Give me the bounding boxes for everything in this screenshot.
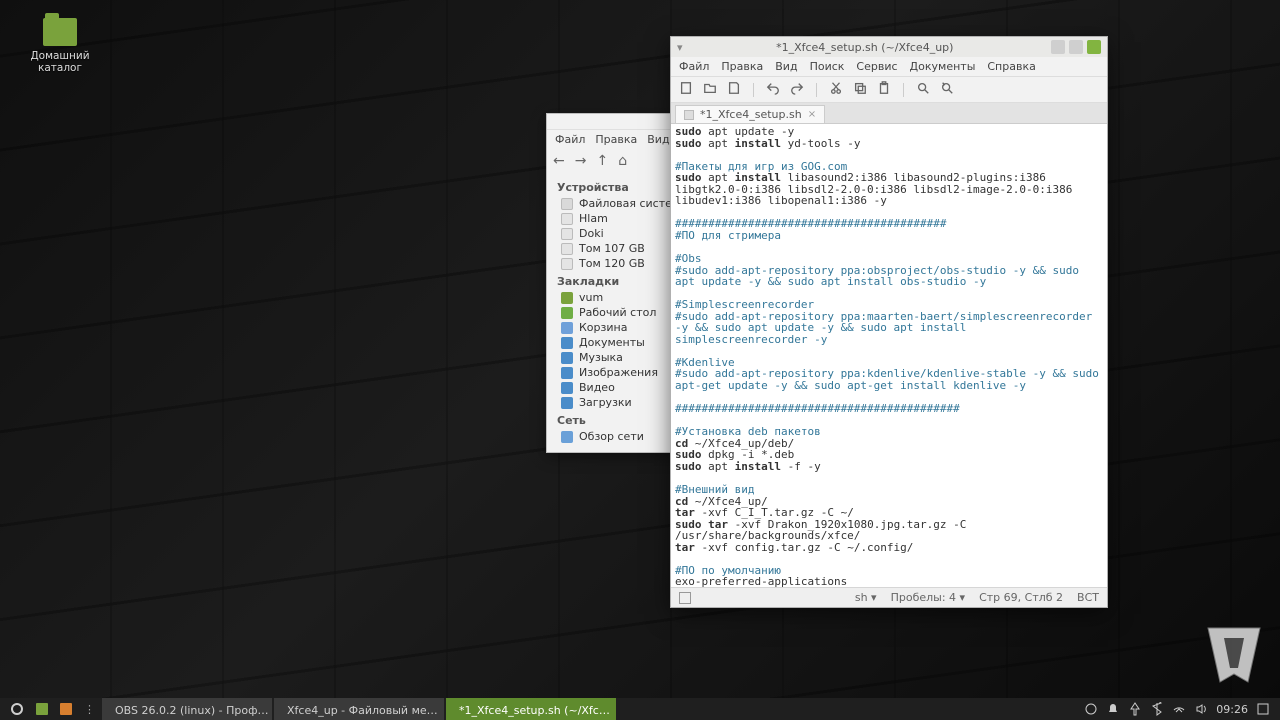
editor-menu-item[interactable]: Вид [775,60,797,73]
bluetooth-icon[interactable] [1150,702,1164,716]
editor-menu-item[interactable]: Поиск [810,60,845,73]
task-label: *1_Xfce4_setup.sh (~/Xfc… [459,704,610,717]
mint-logo-icon [10,702,24,716]
clock[interactable]: 09:26 [1216,703,1248,716]
folder-icon [43,18,77,46]
fblue-icon [561,352,573,364]
net-icon [561,431,573,443]
copy-icon[interactable] [853,81,867,98]
editor-statusbar: sh ▾ Пробелы: 4 ▾ Стр 69, Стлб 2 ВСТ [671,587,1107,607]
status-lang[interactable]: sh ▾ [855,591,877,604]
disk-icon [561,243,573,255]
notifications-icon[interactable] [1106,702,1120,716]
search-icon[interactable] [916,81,930,98]
sidebar-item-label: Doki [579,227,604,240]
editor-menu-item[interactable]: Сервис [856,60,897,73]
sidebar-item-label: vum [579,291,603,304]
editor-menu-item[interactable]: Правка [721,60,763,73]
side-panel-icon[interactable] [679,592,691,604]
drive-icon [561,198,573,210]
launcher-terminal[interactable] [54,698,78,720]
task-label: OBS 26.0.2 (linux) - Проф… [115,704,268,717]
editor-menu-item[interactable]: Документы [910,60,976,73]
disk-icon [561,258,573,270]
fblue-icon [561,397,573,409]
window-title: *1_Xfce4_setup.sh (~/Xfce4_up) [683,41,1047,54]
task-label: Xfce4_up - Файловый ме… [287,704,438,717]
desktop-icon-label: Домашний каталог [24,50,96,74]
app-menu-button[interactable] [4,698,30,720]
terminal-icon [60,703,72,715]
folder-icon [561,322,573,334]
fm-menu-item[interactable]: Файл [555,133,585,146]
close-button[interactable] [1087,40,1101,54]
tab-label: *1_Xfce4_setup.sh [700,108,802,121]
editor-menu-item[interactable]: Справка [987,60,1035,73]
sidebar-item-label: Изображения [579,366,658,379]
disk-icon [561,228,573,240]
file-icon [684,110,694,120]
replace-icon[interactable] [940,81,954,98]
sidebar-item-label: Корзина [579,321,627,334]
sidebar-item-label: Том 107 GB [579,242,645,255]
sidebar-item-label: Видео [579,381,615,394]
fm-menu-item[interactable]: Правка [595,133,637,146]
launcher-misc[interactable]: ⋮ [78,698,101,720]
maximize-button[interactable] [1069,40,1083,54]
launcher-files[interactable] [30,698,54,720]
obs-tray-icon[interactable] [1084,702,1098,716]
system-tray: 09:26 [1084,702,1276,716]
paste-icon[interactable] [877,81,891,98]
status-cursor: Стр 69, Стлб 2 [979,591,1063,604]
taskbar-task[interactable]: OBS 26.0.2 (linux) - Проф… [102,698,272,720]
fblue-icon [561,367,573,379]
minimize-button[interactable] [1051,40,1065,54]
sidebar-item-label: Документы [579,336,645,349]
status-spaces[interactable]: Пробелы: 4 ▾ [891,591,965,604]
editor-window[interactable]: ▾ *1_Xfce4_setup.sh (~/Xfce4_up) Файл Пра… [670,36,1108,608]
disk-icon [561,213,573,225]
watermark-logo [1202,620,1266,690]
editor-titlebar[interactable]: ▾ *1_Xfce4_setup.sh (~/Xfce4_up) [671,37,1107,57]
open-file-icon[interactable] [703,81,717,98]
undo-icon[interactable] [766,81,780,98]
editor-menubar: Файл Правка Вид Поиск Сервис Документы Справка [671,57,1107,77]
update-icon[interactable] [1128,702,1142,716]
network-icon[interactable] [1172,702,1186,716]
fm-menu-item[interactable]: Вид [647,133,669,146]
taskbar-task[interactable]: *1_Xfce4_setup.sh (~/Xfc… [446,698,616,720]
status-insert: ВСТ [1077,591,1099,604]
sidebar-item-label: Рабочий стол [579,306,656,319]
editor-content[interactable]: sudo apt update -y sudo apt install yd-t… [671,124,1107,587]
show-desktop-icon[interactable] [1256,702,1270,716]
sidebar-item-label: Обзор сети [579,430,644,443]
editor-tabbar: *1_Xfce4_setup.sh × [671,103,1107,124]
back-icon[interactable]: ← [553,153,565,169]
fblue-icon [561,337,573,349]
folder-icon [36,703,48,715]
editor-toolbar [671,77,1107,103]
redo-icon[interactable] [790,81,804,98]
desktop-icon-home[interactable]: Домашний каталог [24,18,96,74]
fblue-icon [561,382,573,394]
new-file-icon[interactable] [679,81,693,98]
sidebar-item-label: Том 120 GB [579,257,645,270]
sidebar-item-label: Hlam [579,212,608,225]
save-file-icon[interactable] [727,81,741,98]
taskbar[interactable]: ⋮ OBS 26.0.2 (linux) - Проф… Xfce4_up - Ф… [0,698,1280,720]
editor-tab[interactable]: *1_Xfce4_setup.sh × [675,105,825,123]
tab-close-icon[interactable]: × [808,109,816,120]
sidebar-item-label: Загрузки [579,396,632,409]
forward-icon[interactable]: → [575,153,587,169]
editor-menu-item[interactable]: Файл [679,60,709,73]
taskbar-task[interactable]: Xfce4_up - Файловый ме… [274,698,444,720]
volume-icon[interactable] [1194,702,1208,716]
cut-icon[interactable] [829,81,843,98]
sidebar-item-label: Музыка [579,351,623,364]
home-icon [561,292,573,304]
up-icon[interactable]: ↑ [596,153,608,169]
home-icon[interactable]: ⌂ [618,153,627,169]
fgreen-icon [561,307,573,319]
